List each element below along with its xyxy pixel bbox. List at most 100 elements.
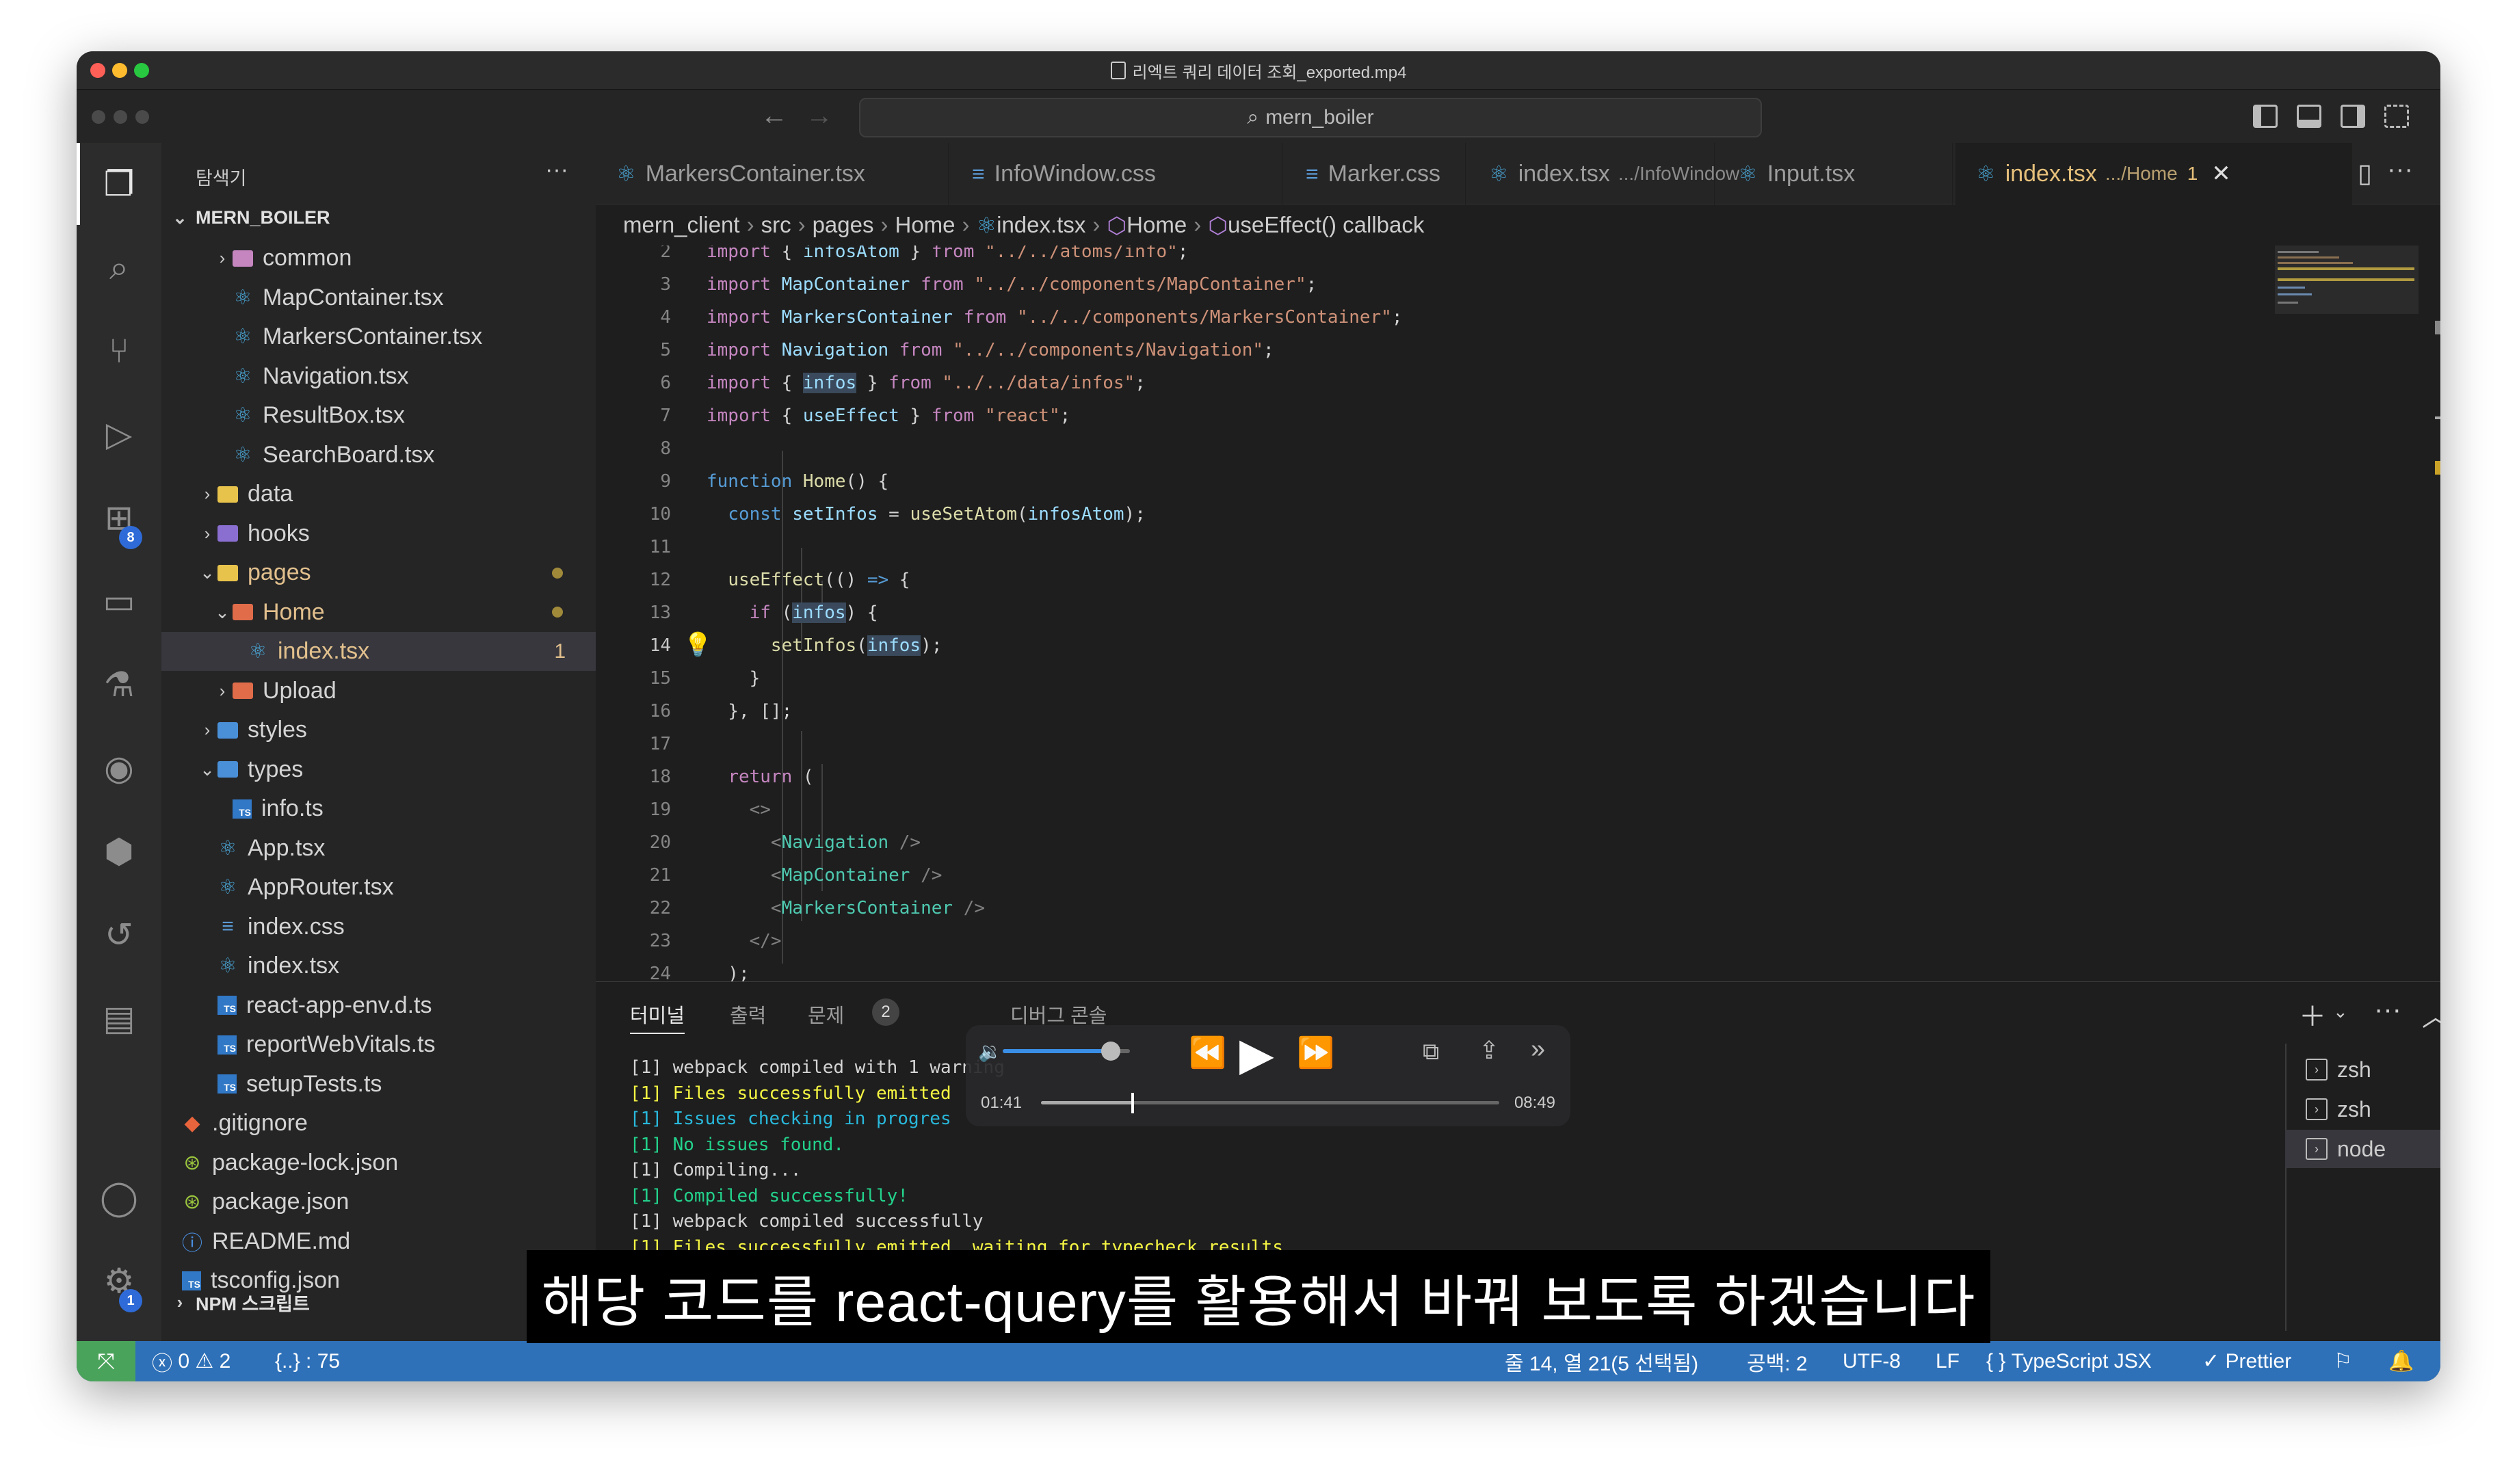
- rewind-icon[interactable]: ⏪: [1189, 1035, 1226, 1070]
- volume-icon[interactable]: 🔉: [978, 1040, 1002, 1063]
- customize-layout-icon[interactable]: [2384, 105, 2409, 128]
- tree-file[interactable]: TS reportWebVitals.ts: [161, 1025, 596, 1064]
- new-terminal-icon[interactable]: ＋: [2299, 994, 2326, 1034]
- tab-input-tsx[interactable]: ⚛ Input.tsx: [1717, 143, 1953, 204]
- feedback-icon[interactable]: ⚐: [2334, 1341, 2352, 1381]
- breadcrumb-item[interactable]: useEffect() callback: [1228, 212, 1424, 238]
- tree-file[interactable]: TS setupTests.ts: [161, 1065, 596, 1104]
- workspace-root[interactable]: ⌄ MERN_BOILER: [161, 202, 596, 233]
- run-debug-icon[interactable]: ▷: [97, 412, 141, 456]
- tree-folder[interactable]: ⌄ types: [161, 750, 596, 789]
- panel-more-icon[interactable]: ···: [2374, 994, 2401, 1025]
- tree-file[interactable]: ⚛ AppRouter.tsx: [161, 868, 596, 907]
- breadcrumb-item[interactable]: mern_client: [623, 212, 740, 238]
- symbol-count-status[interactable]: {..} : 75: [275, 1341, 340, 1381]
- eol-status[interactable]: LF: [1936, 1341, 1960, 1381]
- indent-status[interactable]: 공백: 2: [1747, 1341, 1808, 1381]
- more-controls-icon[interactable]: »: [1531, 1035, 1545, 1064]
- tree-file[interactable]: ⚛ ResultBox.tsx: [161, 396, 596, 435]
- breadcrumb-item[interactable]: src: [761, 212, 791, 238]
- tree-file[interactable]: TS react-app-env.d.ts: [161, 986, 596, 1025]
- lightbulb-icon[interactable]: 💡: [683, 631, 712, 659]
- terminal-line: [1] webpack compiled successfully: [630, 1211, 984, 1232]
- prettier-status[interactable]: ✓ Prettier: [2202, 1341, 2291, 1381]
- encoding-status[interactable]: UTF-8: [1843, 1341, 1901, 1381]
- tree-file[interactable]: ⊛ package-lock.json: [161, 1143, 596, 1182]
- maximize-panel-icon[interactable]: ︿: [2422, 994, 2440, 1034]
- search-icon[interactable]: ⌕: [97, 246, 141, 289]
- play-icon[interactable]: ▶: [1239, 1028, 1274, 1081]
- source-control-icon[interactable]: ⑂: [97, 329, 141, 373]
- tree-folder[interactable]: › common: [161, 239, 596, 278]
- terminal-zsh[interactable]: › zsh: [2285, 1090, 2440, 1128]
- tree-file[interactable]: ⚛ SearchBoard.tsx: [161, 436, 596, 475]
- language-status[interactable]: { } TypeScript JSX: [1986, 1341, 2152, 1381]
- tab-infowindow-css[interactable]: ≡ InfoWindow.css: [951, 143, 1282, 204]
- breadcrumb-item[interactable]: index.tsx: [997, 212, 1085, 238]
- bell-icon[interactable]: 🔔: [2388, 1341, 2414, 1381]
- minimap[interactable]: [2275, 246, 2440, 981]
- tree-file[interactable]: ⚛ MarkersContainer.tsx: [161, 317, 596, 356]
- close-icon[interactable]: ✕: [2211, 160, 2231, 187]
- split-editor-icon[interactable]: ▯: [2358, 158, 2372, 189]
- breadcrumb-item[interactable]: Home: [1126, 212, 1187, 238]
- tree-file[interactable]: ⊛ package.json: [161, 1182, 596, 1221]
- tab-output[interactable]: 출력: [730, 1000, 766, 1029]
- picture-in-picture-icon[interactable]: ⧉: [1423, 1039, 1439, 1065]
- terminal-node[interactable]: › node: [2285, 1130, 2440, 1168]
- tab-problems[interactable]: 문제: [808, 1000, 844, 1029]
- fast-forward-icon[interactable]: ⏩: [1297, 1035, 1334, 1070]
- tab-label: Input.tsx: [1767, 160, 1856, 187]
- breadcrumb-item[interactable]: pages: [813, 212, 874, 238]
- terminal-zsh[interactable]: › zsh: [2285, 1050, 2440, 1089]
- tree-file[interactable]: ⚛ Navigation.tsx: [161, 357, 596, 396]
- chevron-down-icon[interactable]: ⌄: [2333, 1001, 2348, 1022]
- command-center-search[interactable]: ⌕ mern_boiler: [859, 98, 1762, 137]
- tree-file[interactable]: ⚛ index.tsx: [161, 946, 596, 985]
- tree-folder[interactable]: › Upload: [161, 672, 596, 711]
- tree-file[interactable]: ⚛ App.tsx: [161, 829, 596, 868]
- video-subtitle: 해당 코드를 react-query를 활용해서 바꿔 보도록 하겠습니다: [527, 1250, 1990, 1343]
- cursor-position-status[interactable]: 줄 14, 열 21(5 선택됨): [1505, 1341, 1698, 1381]
- explorer-more-button[interactable]: ···: [545, 157, 568, 183]
- back-arrow-icon[interactable]: ←: [761, 101, 788, 131]
- code-editor[interactable]: 2345678910111213141516171819202122232425…: [596, 246, 2440, 981]
- remote-explorer-icon[interactable]: ▭: [97, 579, 141, 623]
- python-icon[interactable]: ⬢: [97, 830, 141, 873]
- editor-more-icon[interactable]: ···: [2387, 155, 2413, 185]
- volume-slider[interactable]: [1003, 1042, 1130, 1061]
- problems-status[interactable]: ⓧ 0 ⚠ 2: [152, 1341, 230, 1381]
- tree-folder[interactable]: › hooks: [161, 514, 596, 553]
- tab-index-tsx[interactable]: ⚛ index.tsx .../Home 1 ✕: [1955, 143, 2352, 204]
- tab-index-tsx[interactable]: ⚛ index.tsx .../InfoWindow: [1468, 143, 1739, 204]
- timeline-icon[interactable]: ↺: [97, 913, 141, 957]
- tree-file[interactable]: ◆ .gitignore: [161, 1104, 596, 1143]
- testing-icon[interactable]: ⚗: [97, 663, 141, 706]
- share-icon[interactable]: ⇪: [1479, 1036, 1499, 1065]
- remote-indicator[interactable]: ⤧: [77, 1341, 135, 1381]
- tab-markerscontainer-tsx[interactable]: ⚛ MarkersContainer.tsx: [596, 143, 949, 204]
- accounts-icon[interactable]: ◯: [97, 1176, 141, 1219]
- tree-file[interactable]: ≡ index.css: [161, 907, 596, 946]
- notebook-icon[interactable]: ▤: [97, 996, 141, 1040]
- window-title-text: 리엑트 쿼리 데이터 조회_exported.mp4: [1132, 63, 1407, 82]
- tree-file[interactable]: ⚛ index.tsx 1: [161, 632, 596, 671]
- tree-folder[interactable]: › styles: [161, 711, 596, 750]
- tree-file[interactable]: TS info.ts: [161, 789, 596, 828]
- tree-folder[interactable]: ⌄ pages: [161, 553, 596, 592]
- tree-folder[interactable]: › data: [161, 475, 596, 514]
- toggle-panel-icon[interactable]: [2297, 105, 2321, 128]
- forward-arrow-icon[interactable]: →: [806, 101, 833, 131]
- tree-folder[interactable]: ⌄ Home: [161, 593, 596, 632]
- toggle-secondary-sidebar-icon[interactable]: [2341, 105, 2365, 128]
- github-icon[interactable]: ◉: [97, 746, 141, 790]
- breadcrumb-item[interactable]: Home: [895, 212, 956, 238]
- tab-terminal[interactable]: 터미널: [630, 1000, 685, 1034]
- toggle-sidebar-icon[interactable]: [2253, 105, 2278, 128]
- seek-bar[interactable]: [1041, 1093, 1499, 1113]
- tree-file[interactable]: ⚛ MapContainer.tsx: [161, 278, 596, 317]
- explorer-icon[interactable]: ❐: [97, 162, 141, 206]
- tab-marker-css[interactable]: ≡ Marker.css: [1285, 143, 1466, 204]
- code-line: useEffect(() => {: [728, 570, 910, 590]
- tab-debug-console[interactable]: 디버그 콘솔: [1010, 1000, 1107, 1029]
